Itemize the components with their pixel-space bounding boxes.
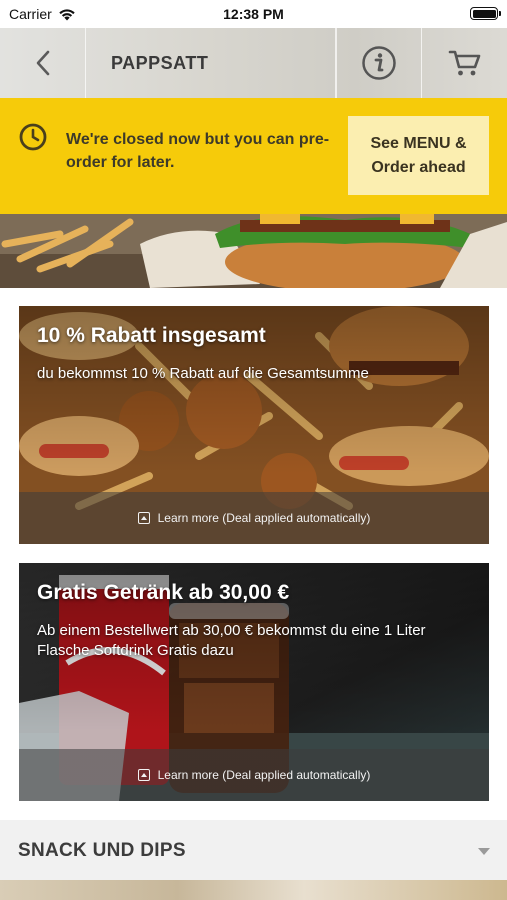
info-icon <box>362 46 396 80</box>
deal-description: du bekommst 10 % Rabatt auf die Gesamtsu… <box>37 365 369 382</box>
expand-icon <box>137 769 150 781</box>
hero-image <box>0 214 507 288</box>
deal-card-free-drink[interactable]: Gratis Getränk ab 30,00 € Ab einem Beste… <box>19 563 489 801</box>
restaurant-title: PAPPSATT <box>111 52 209 73</box>
info-button[interactable] <box>336 28 422 98</box>
nav-header: PAPPSATT <box>0 28 507 98</box>
learn-more-label: Learn more (Deal applied automatically) <box>157 768 371 782</box>
expand-icon <box>137 512 150 524</box>
category-title: SNACK UND DIPS <box>18 840 186 861</box>
deal-title: 10 % Rabatt insgesamt <box>37 324 266 347</box>
clock-time: 12:38 PM <box>223 6 284 22</box>
category-image-peek <box>0 880 507 900</box>
cart-button[interactable] <box>422 28 507 98</box>
back-button[interactable] <box>0 28 86 98</box>
nav-title-cell: PAPPSATT <box>86 28 336 98</box>
cart-icon <box>448 50 480 76</box>
deal-card-discount[interactable]: 10 % Rabatt insgesamt du bekommst 10 % R… <box>19 306 489 544</box>
chevron-left-icon <box>36 50 49 76</box>
closed-banner: We're closed now but you can pre-order f… <box>0 98 507 214</box>
learn-more-label: Learn more (Deal applied automatically) <box>157 511 371 525</box>
closed-message: We're closed now but you can pre-order f… <box>66 131 330 171</box>
learn-more-link[interactable]: Learn more (Deal applied automatically) <box>19 749 489 801</box>
status-bar: Carrier 12:38 PM <box>0 0 507 28</box>
learn-more-link[interactable]: Learn more (Deal applied automatically) <box>19 492 489 544</box>
see-menu-order-ahead-button[interactable]: See MENU & Order ahead <box>348 116 489 195</box>
burger-fries-image <box>0 214 507 288</box>
chevron-down-icon <box>478 848 490 855</box>
deal-title: Gratis Getränk ab 30,00 € <box>37 581 290 604</box>
battery-icon <box>470 7 501 20</box>
deal-description: Ab einem Bestellwert ab 30,00 € bekommst… <box>37 622 426 659</box>
clock-icon <box>19 123 47 151</box>
category-header-snack-und-dips[interactable]: SNACK UND DIPS <box>0 820 507 880</box>
